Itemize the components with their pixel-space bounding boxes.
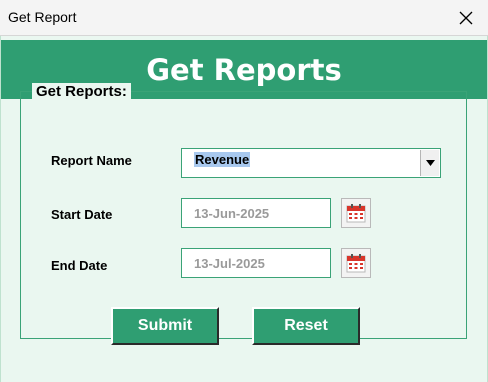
dropdown-arrow-icon — [425, 160, 435, 166]
reset-button[interactable]: Reset — [252, 307, 360, 345]
group-legend: Get Reports: — [32, 83, 131, 100]
end-date-field[interactable] — [181, 248, 331, 278]
end-date-calendar-button[interactable] — [341, 248, 371, 278]
dropdown-button[interactable] — [420, 150, 439, 176]
report-name-value: Revenue — [194, 152, 251, 167]
calendar-icon — [346, 204, 366, 223]
start-date-calendar-button[interactable] — [341, 198, 371, 228]
title-bar: Get Report — [0, 0, 488, 36]
report-name-label: Report Name — [51, 153, 132, 168]
close-icon — [459, 11, 473, 24]
window-title: Get Report — [8, 9, 77, 25]
end-date-label: End Date — [51, 258, 108, 273]
page-title: Get Reports — [146, 52, 342, 87]
start-date-label: Start Date — [51, 207, 113, 222]
calendar-icon — [346, 254, 366, 273]
close-button[interactable] — [444, 0, 488, 35]
submit-button[interactable]: Submit — [111, 307, 219, 345]
report-name-select[interactable]: Revenue — [181, 148, 441, 178]
start-date-field[interactable] — [181, 198, 331, 228]
